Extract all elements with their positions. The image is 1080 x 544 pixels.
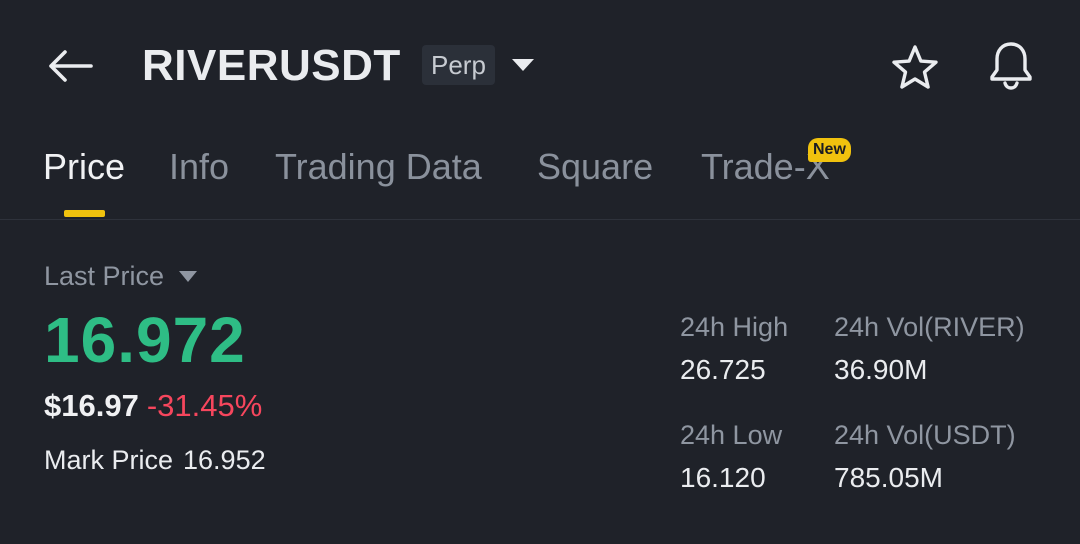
usd-price: $16.97 (44, 388, 139, 423)
back-arrow-icon (49, 50, 93, 82)
stat-24h-vol-base-label: 24h Vol(RIVER) (834, 312, 1025, 342)
alerts-button[interactable] (984, 38, 1038, 92)
tab-price[interactable]: Price (43, 144, 125, 190)
usd-price-line: $16.97 -31.45% (44, 386, 262, 426)
mark-price-label: Mark Price (44, 445, 174, 475)
star-icon (892, 45, 938, 89)
price-change-percent: -31.45% (146, 388, 263, 423)
active-tab-indicator (64, 210, 105, 217)
stat-24h-low-label: 24h Low (680, 420, 783, 450)
tab-info[interactable]: Info (169, 144, 229, 190)
stat-24h-vol-base-value: 36.90M (834, 354, 928, 385)
caret-down-icon (512, 59, 534, 71)
caret-down-icon (178, 270, 198, 283)
stat-24h-vol-quote-value: 785.05M (834, 462, 943, 493)
new-badge: New (808, 138, 851, 162)
stat-24h-low-value: 16.120 (680, 462, 766, 493)
symbol-title[interactable]: RIVERUSDT (142, 38, 401, 94)
stat-24h-high-label: 24h High (680, 312, 789, 342)
last-price-value: 16.972 (44, 304, 246, 376)
bell-icon (990, 42, 1032, 90)
top-bar: RIVERUSDT Perp (0, 0, 1080, 130)
symbol-dropdown-button[interactable] (506, 48, 540, 82)
stat-24h-vol-quote-label: 24h Vol(USDT) (834, 420, 1016, 450)
last-price-label: Last Price (44, 261, 165, 291)
tab-trading-data[interactable]: Trading Data (275, 144, 482, 190)
tab-bar: Price Info Trading Data Square Trade-X N… (0, 130, 1080, 220)
last-price-selector[interactable]: Last Price (44, 258, 198, 294)
favorite-button[interactable] (888, 40, 942, 94)
stat-24h-high-value: 26.725 (680, 354, 766, 385)
tab-square[interactable]: Square (537, 144, 653, 190)
contract-type-badge: Perp (422, 45, 495, 85)
mark-price-line: Mark Price 16.952 (44, 442, 266, 478)
back-button[interactable] (44, 40, 96, 92)
mark-price-value: 16.952 (183, 445, 266, 475)
